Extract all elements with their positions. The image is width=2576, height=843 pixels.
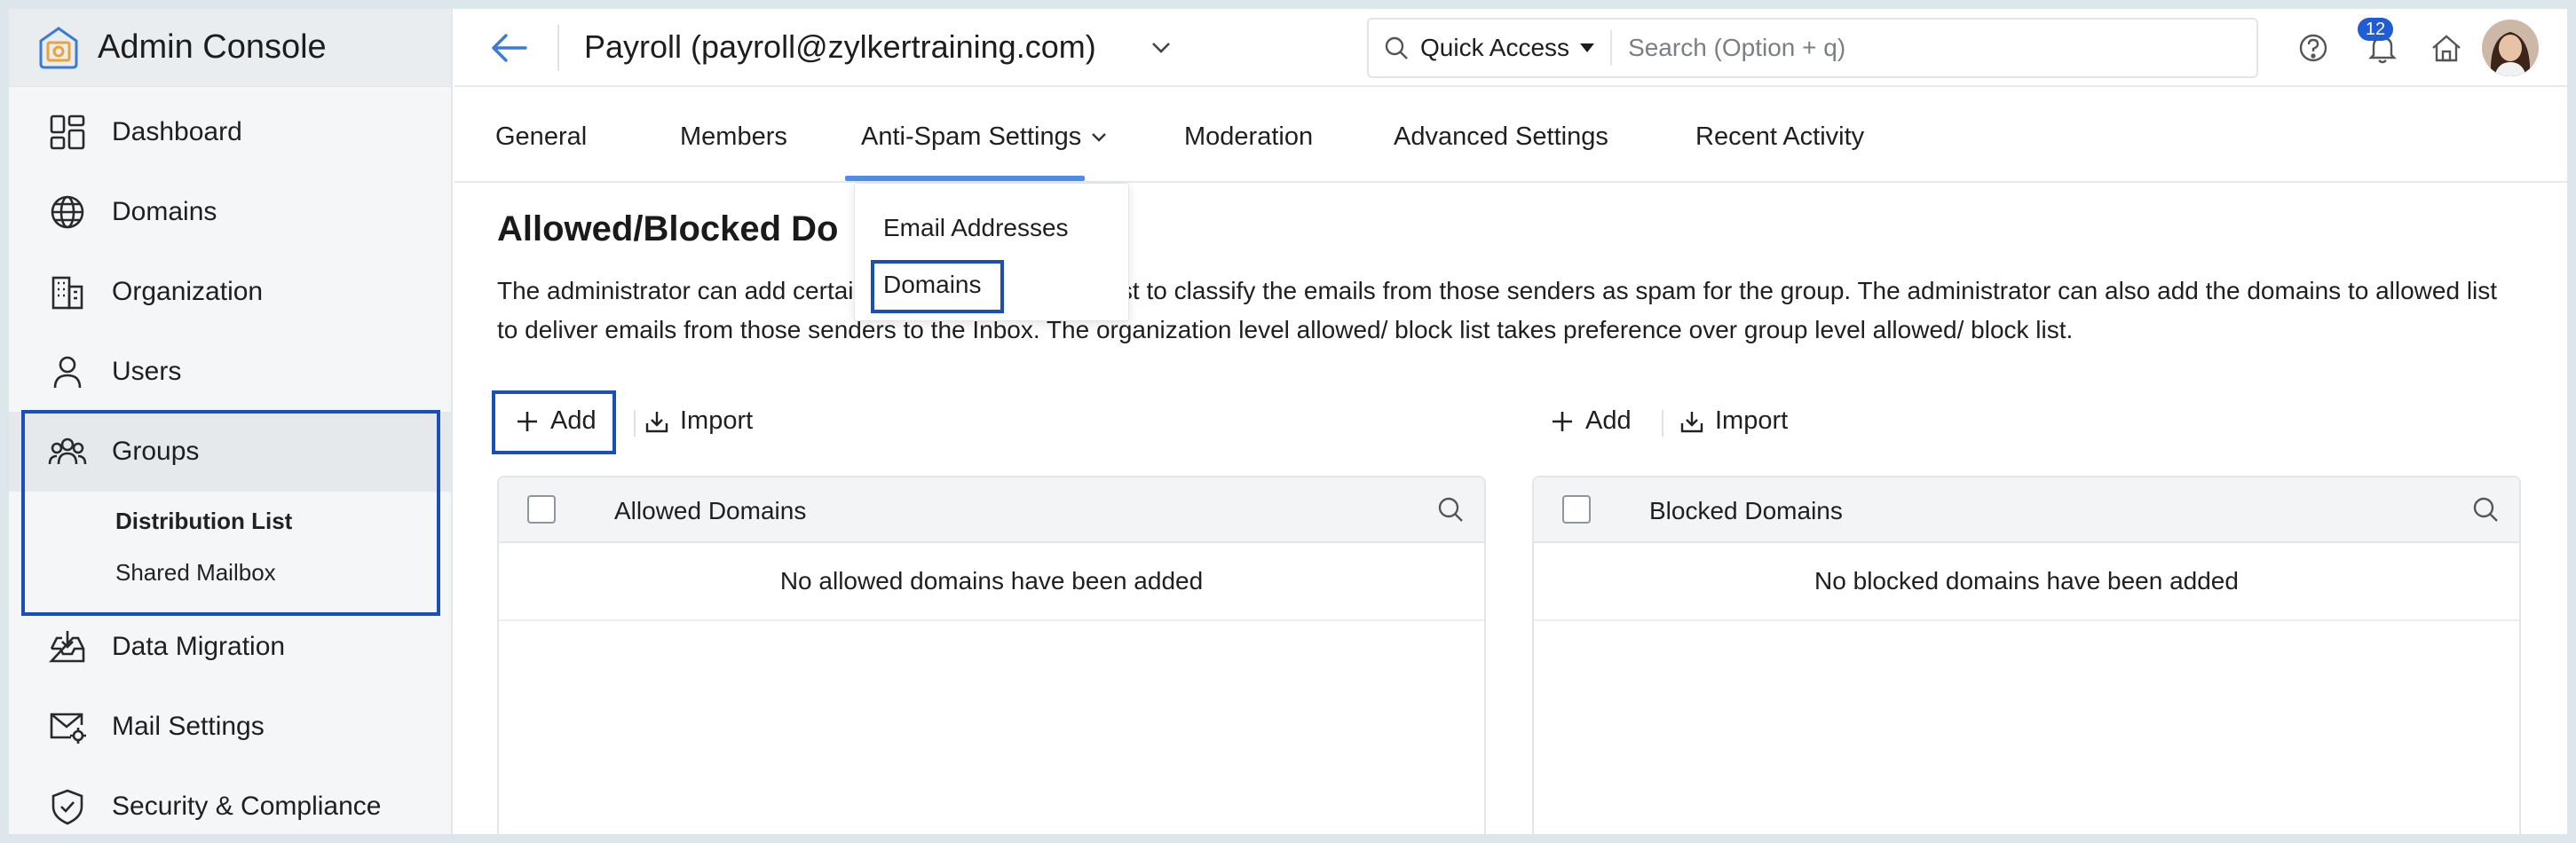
sidebar-subitem-shared-mailbox[interactable]: Shared Mailbox [9,547,451,598]
building-icon [51,276,83,310]
import-icon [645,411,668,432]
mail-settings-icon [50,713,86,744]
home-icon[interactable] [2429,30,2464,66]
tab-advanced-settings[interactable]: Advanced Settings [1394,122,1608,152]
menu-item-email-addresses[interactable]: Email Addresses [883,214,1069,242]
blocked-domains-empty-message: No blocked domains have been added [1534,543,2519,621]
help-icon[interactable] [2295,30,2331,66]
sidebar-item-label: Dashboard [112,117,242,146]
select-all-allowed-checkbox[interactable] [527,495,556,524]
action-divider [1662,410,1663,437]
blocked-domains-title: Blocked Domains [1649,497,1843,524]
tab-bar: General Members Anti-Spam Settings Moder… [454,89,2567,183]
header-divider [557,25,559,71]
sidebar-item-dashboard[interactable]: Dashboard [9,92,451,172]
caret-down-icon[interactable] [1578,42,1596,54]
sidebar-item-label: Groups [112,437,200,466]
allowed-domains-header: Allowed Domains [499,477,1484,543]
back-arrow-icon[interactable] [490,30,529,66]
sidebar-item-label: Security & Compliance [112,792,382,821]
chevron-down-icon [1092,133,1107,143]
menu-item-domains[interactable]: Domains [883,271,981,299]
user-avatar-icon [2482,20,2539,76]
import-icon [1680,411,1703,432]
page-title: Allowed/Blocked Do [497,209,839,248]
blocked-import-label: Import [1715,406,1789,435]
blocked-domains-header: Blocked Domains [1534,477,2519,543]
admin-console-logo-icon [39,26,78,68]
sidebar-item-domains[interactable]: Domains [9,172,451,252]
inbox-download-icon [49,631,85,663]
select-all-blocked-checkbox[interactable] [1562,495,1591,524]
allowed-domains-panel: Allowed Domains No allowed domains have … [497,476,1486,834]
chevron-down-icon[interactable] [1150,41,1172,55]
sidebar-item-data-migration[interactable]: Data Migration [9,607,451,687]
plus-icon [518,411,537,431]
search-icon [1385,36,1408,59]
anti-spam-dropdown-menu: Email Addresses Domains [854,183,1129,321]
avatar[interactable] [2482,20,2539,76]
shield-icon [51,789,83,825]
sidebar-item-label: Organization [112,277,264,306]
sidebar-subitem-distribution-list[interactable]: Distribution List [9,495,451,547]
sidebar-item-users[interactable]: Users [9,332,451,412]
tab-general[interactable]: General [495,122,587,152]
sidebar: Admin Console Dashboard Domains Organiza… [9,9,453,834]
dashboard-icon [50,114,85,150]
top-header: Payroll (payroll@zylkertraining.com) Qui… [454,9,2567,87]
allowed-add-label: Add [550,406,597,435]
sidebar-item-label: Domains [112,197,217,226]
blocked-domains-panel: Blocked Domains No blocked domains have … [1532,476,2521,834]
search-input[interactable] [1628,34,2161,62]
tab-moderation[interactable]: Moderation [1184,122,1313,152]
tab-members[interactable]: Members [680,122,787,152]
sidebar-item-label: Users [112,357,182,386]
sidebar-item-label: Data Migration [112,632,286,661]
sidebar-item-label: Mail Settings [112,712,265,741]
sidebar-item-mail-settings[interactable]: Mail Settings [9,687,451,767]
groups-icon [48,437,87,465]
quick-access-dropdown[interactable]: Quick Access [1420,34,1569,62]
plus-icon [1553,411,1572,431]
sidebar-item-organization[interactable]: Organization [9,252,451,332]
blocked-add-button[interactable]: Add [1550,406,1632,436]
allowed-import-button[interactable]: Import [644,406,753,436]
groups-submenu: Distribution List Shared Mailbox [9,492,451,607]
sidebar-item-groups[interactable]: Groups [9,412,451,492]
allowed-add-button[interactable]: Add [515,406,597,436]
allowed-domains-empty-message: No allowed domains have been added [499,543,1484,621]
tab-anti-spam-settings[interactable]: Anti-Spam Settings [861,122,1108,152]
search-divider [1610,30,1613,66]
user-icon [53,356,82,389]
page-description: The administrator can add certain domain… [497,277,2498,343]
search-icon[interactable] [2471,495,2500,524]
search-bar[interactable]: Quick Access [1367,18,2258,78]
allowed-import-label: Import [680,406,754,435]
action-divider [634,410,636,437]
tab-label: Anti-Spam Settings [861,122,1082,151]
search-icon[interactable] [1436,495,1465,524]
app-title: Admin Console [98,28,327,66]
allowed-domains-title: Allowed Domains [614,497,807,524]
sidebar-nav: Dashboard Domains Organization Users Gro… [9,87,451,834]
tab-recent-activity[interactable]: Recent Activity [1695,122,1864,152]
globe-icon [51,195,84,229]
brand[interactable]: Admin Console [9,9,451,87]
active-tab-indicator [845,176,1085,181]
group-title[interactable]: Payroll (payroll@zylkertraining.com) [584,28,1096,66]
sidebar-item-security-compliance[interactable]: Security & Compliance [9,767,451,834]
blocked-import-button[interactable]: Import [1679,406,1788,436]
notification-badge: 12 [2358,18,2393,41]
app-window: Admin Console Dashboard Domains Organiza… [9,9,2567,834]
blocked-add-label: Add [1585,406,1632,435]
